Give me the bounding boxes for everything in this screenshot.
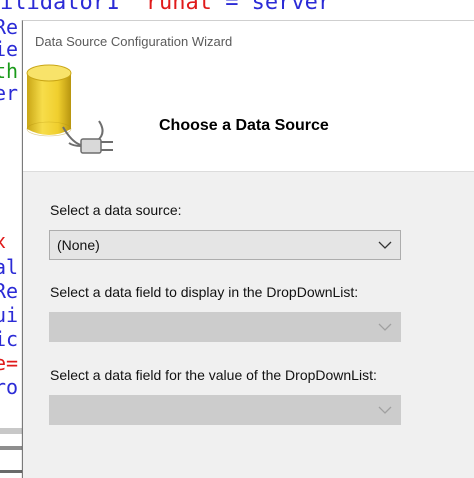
code-token: ="server"	[225, 0, 345, 15]
display-field-select[interactable]	[49, 312, 401, 342]
wizard-step-title: Choose a Data Source	[159, 117, 329, 134]
scroll-marker	[0, 470, 24, 473]
dialog-title: Data Source Configuration Wizard	[35, 34, 233, 49]
value-field-select[interactable]	[49, 395, 401, 425]
data-source-value: (None)	[57, 237, 100, 253]
code-fragment: Re	[0, 279, 19, 303]
scroll-marker	[0, 446, 24, 450]
data-source-select[interactable]: (None)	[49, 230, 401, 260]
code-fragment: er	[0, 81, 19, 105]
code-fragment: Re	[0, 15, 19, 39]
code-fragment: al	[0, 255, 19, 279]
code-token: ilidator1"	[0, 0, 133, 15]
code-fragment: ui	[0, 303, 19, 327]
code-fragment: ro	[0, 375, 19, 399]
code-fragment: x	[0, 229, 7, 253]
chevron-down-icon	[378, 406, 392, 414]
data-source-wizard-dialog: Data Source Configuration Wizard Choose …	[22, 20, 474, 478]
value-field-label: Select a data field for the value of the…	[50, 367, 377, 383]
code-fragment: th	[0, 59, 19, 83]
chevron-down-icon	[378, 241, 392, 249]
code-fragment: e=	[0, 351, 19, 375]
code-token: runat	[145, 0, 212, 15]
screen: ilidator1" runat ="server" Re ie th er x…	[0, 0, 474, 478]
display-field-label: Select a data field to display in the Dr…	[50, 284, 359, 300]
code-fragment: ie	[0, 37, 19, 61]
scroll-marker	[0, 428, 24, 434]
database-plug-icon	[26, 64, 113, 154]
code-top-line: ilidator1" runat ="server"	[0, 0, 344, 15]
data-source-label: Select a data source:	[50, 202, 182, 218]
dialog-titlebar[interactable]: Data Source Configuration Wizard	[23, 21, 474, 59]
chevron-down-icon	[378, 323, 392, 331]
wizard-header: Choose a Data Source	[23, 59, 474, 172]
code-fragment: ic	[0, 327, 19, 351]
